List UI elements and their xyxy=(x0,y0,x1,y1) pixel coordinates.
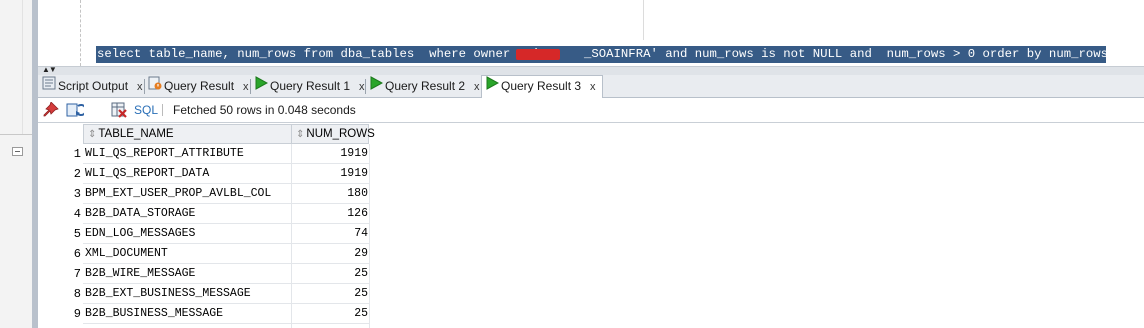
column-header-table-name[interactable]: ⇕ TABLE_NAME xyxy=(83,124,292,144)
collapse-icon[interactable] xyxy=(12,147,23,156)
cell-table-name[interactable]: WLI_QS_REPORT_ATTRIBUTE xyxy=(85,144,244,164)
table-row[interactable]: 9 B2B_BUSINESS_MESSAGE 25 xyxy=(38,304,369,324)
query-result-warning-icon xyxy=(148,76,162,97)
tab-label: Query Result 3 xyxy=(501,79,582,93)
column-separator xyxy=(369,144,370,328)
close-icon[interactable]: x xyxy=(137,81,143,93)
left-panel-rail xyxy=(22,0,23,134)
tab-query-result-2[interactable]: Query Result 2 x xyxy=(369,76,480,97)
editor-margin-line xyxy=(643,0,644,40)
tab-label: Query Result 1 xyxy=(270,79,351,93)
row-number: 2 xyxy=(73,167,81,181)
cell-table-name[interactable]: B2B_WIRE_MESSAGE xyxy=(85,264,195,284)
tab-separator xyxy=(365,79,366,94)
toolbar-separator xyxy=(162,104,163,116)
cell-table-name[interactable]: BPM_EXT_USER_PROP_AVLBL_COL xyxy=(85,184,271,204)
cell-num-rows[interactable]: 1919 xyxy=(294,164,368,184)
sql-statement[interactable]: select table_name, num_rows from dba_tab… xyxy=(96,46,1144,63)
table-row[interactable]: 4 B2B_DATA_STORAGE 126 xyxy=(38,204,369,224)
cell-table-name[interactable]: EDN_LOG_MESSAGES xyxy=(85,224,195,244)
row-number: 5 xyxy=(73,227,81,241)
table-row[interactable]: 2 WLI_QS_REPORT_DATA 1919 xyxy=(38,164,369,184)
tab-query-result-3[interactable]: Query Result 3 x xyxy=(481,75,603,98)
results-grid[interactable]: ⇕ TABLE_NAME ⇕ NUM_ROWS 1 WLI_QS_REPORT_AT… xyxy=(38,122,1144,328)
splitter-arrows-icon[interactable]: ▲▼ xyxy=(42,66,57,74)
pin-icon[interactable] xyxy=(43,101,59,118)
results-tabbar: Script Output x Query Result x Query Resul… xyxy=(38,75,1144,98)
editor-results-splitter[interactable] xyxy=(38,66,1144,75)
cell-num-rows[interactable]: 1919 xyxy=(294,144,368,164)
left-panel xyxy=(0,0,32,328)
cell-table-name[interactable]: B2B_DATA_STORAGE xyxy=(85,204,195,224)
row-number: 4 xyxy=(73,207,81,221)
cell-num-rows[interactable]: 25 xyxy=(294,304,368,324)
tab-script-output[interactable]: Script Output x xyxy=(42,76,143,97)
script-output-icon xyxy=(42,76,56,97)
cell-num-rows[interactable]: 25 xyxy=(294,284,368,304)
cell-num-rows[interactable]: 74 xyxy=(294,224,368,244)
cell-table-name[interactable]: XML_DOCUMENT xyxy=(85,244,168,264)
grid-top-border xyxy=(38,122,1144,123)
close-icon[interactable]: x xyxy=(243,81,249,93)
table-row[interactable]: 3 BPM_EXT_USER_PROP_AVLBL_COL 180 xyxy=(38,184,369,204)
close-icon[interactable]: x xyxy=(359,81,365,93)
tab-label: Query Result 2 xyxy=(385,79,466,93)
row-number: 7 xyxy=(73,267,81,281)
sql-button[interactable]: SQL xyxy=(134,102,158,118)
play-icon xyxy=(254,76,269,97)
row-number: 9 xyxy=(73,307,81,321)
cell-table-name[interactable]: B2B_BUSINESS_MESSAGE xyxy=(85,304,223,324)
cell-num-rows[interactable]: 126 xyxy=(294,204,368,224)
row-number: 1 xyxy=(73,147,81,161)
cell-num-rows[interactable]: 25 xyxy=(294,264,368,284)
sort-icon[interactable]: ⇕ xyxy=(296,129,304,140)
cell-table-name[interactable]: B2B_EXT_BUSINESS_MESSAGE xyxy=(85,284,251,304)
redacted-owner xyxy=(516,49,560,60)
column-header-label: TABLE_NAME xyxy=(98,128,174,140)
table-row[interactable]: 8 B2B_EXT_BUSINESS_MESSAGE 25 xyxy=(38,284,369,304)
column-header-label: NUM_ROWS xyxy=(306,128,375,140)
tab-query-result-1[interactable]: Query Result 1 x xyxy=(254,76,365,97)
table-row[interactable]: 5 EDN_LOG_MESSAGES 74 xyxy=(38,224,369,244)
cell-num-rows[interactable]: 180 xyxy=(294,184,368,204)
refresh-icon[interactable] xyxy=(66,102,87,118)
clear-grid-icon[interactable] xyxy=(111,102,127,118)
tab-separator xyxy=(250,79,251,94)
left-panel-divider xyxy=(0,134,32,135)
row-number: 8 xyxy=(73,287,81,301)
close-icon[interactable]: x xyxy=(590,81,596,93)
table-row[interactable]: 1 WLI_QS_REPORT_ATTRIBUTE 1919 xyxy=(38,144,369,164)
sort-icon[interactable]: ⇕ xyxy=(88,129,96,140)
close-icon[interactable]: x xyxy=(474,81,480,93)
column-header-num-rows[interactable]: ⇕ NUM_ROWS xyxy=(291,124,375,144)
tab-label: Script Output xyxy=(58,79,129,93)
cell-num-rows[interactable]: 29 xyxy=(294,244,368,264)
play-icon xyxy=(485,76,500,97)
table-row[interactable]: 7 B2B_WIRE_MESSAGE 25 xyxy=(38,264,369,284)
row-number: 6 xyxy=(73,247,81,261)
fetch-status: Fetched 50 rows in 0.048 seconds xyxy=(173,103,356,117)
table-row[interactable]: 6 XML_DOCUMENT 29 xyxy=(38,244,369,264)
results-toolbar: SQL Fetched 50 rows in 0.048 seconds xyxy=(38,98,1144,122)
play-icon xyxy=(369,76,384,97)
tab-query-result[interactable]: Query Result x xyxy=(148,76,249,97)
row-number: 3 xyxy=(73,187,81,201)
editor-gutter xyxy=(80,0,81,66)
cell-table-name[interactable]: WLI_QS_REPORT_DATA xyxy=(85,164,209,184)
tab-separator xyxy=(144,79,145,94)
tab-label: Query Result xyxy=(164,79,235,93)
